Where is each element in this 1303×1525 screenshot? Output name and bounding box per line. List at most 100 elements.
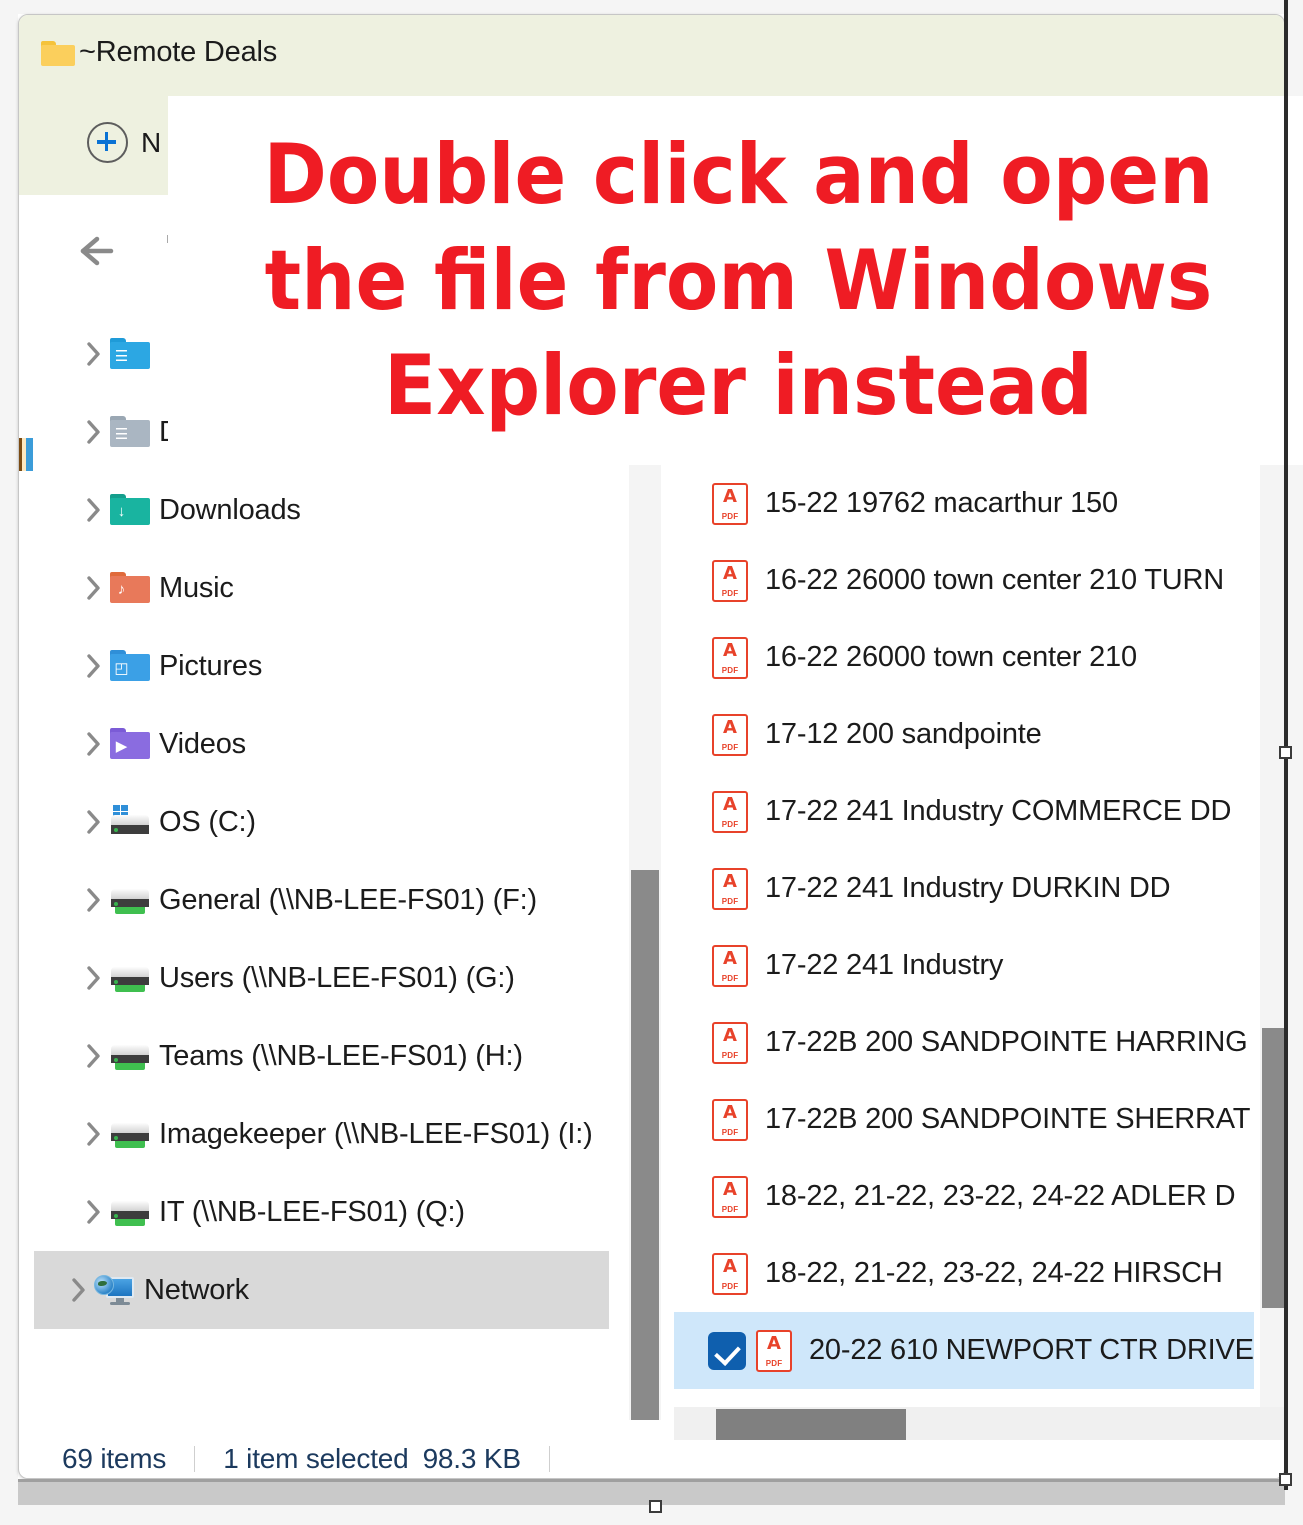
document-canvas: ~Remote Deals N ☰ ☰ ↓ Downloads ♪ Music … [0, 0, 1303, 1525]
sidebar-item-general-nb-lee-fs01-f[interactable]: General (\\NB-LEE-FS01) (F:) [34, 861, 609, 939]
pdf-icon: A PDF [712, 1252, 748, 1295]
sidebar-item-label: Downloads [159, 493, 301, 526]
status-size: 98.3 KB [422, 1443, 521, 1474]
status-item-count: 69 items [62, 1443, 167, 1474]
pdf-icon: A PDF [712, 790, 748, 833]
file-name: 17-22B 200 SANDPOINTE HARRING [765, 1026, 1248, 1058]
sidebar-item-videos[interactable]: ▶ Videos [34, 705, 609, 783]
new-button[interactable]: N [87, 122, 161, 163]
file-row[interactable]: A PDF 17-22B 200 SANDPOINTE SHERRAT [674, 1081, 1254, 1158]
downloads-folder-icon: ↓ [109, 493, 153, 527]
sidebar-item-label: Network [144, 1273, 249, 1306]
pdf-icon: A PDF [712, 636, 748, 679]
chevron-right-icon[interactable] [79, 885, 109, 915]
file-row[interactable]: A PDF 20-22 610 NEWPORT CTR DRIVE 43 [674, 1312, 1254, 1389]
file-list-hscrollbar-thumb[interactable] [716, 1409, 906, 1443]
chevron-right-icon[interactable] [79, 1041, 109, 1071]
file-row[interactable]: A PDF 16-22 26000 town center 210 TURN [674, 542, 1254, 619]
sidebar-item-music[interactable]: ♪ Music [34, 549, 609, 627]
status-bar: 69 items 1 item selected 98.3 KB [20, 1440, 1284, 1478]
sidebar-item-label: Users (\\NB-LEE-FS01) (G:) [159, 961, 515, 994]
plus-circle-icon [87, 122, 128, 163]
file-row[interactable]: A PDF 18-22, 21-22, 23-22, 24-22 ADLER D [674, 1158, 1254, 1235]
file-list-scrollbar-thumb[interactable] [1262, 1028, 1284, 1308]
sidebar-item-it-nb-lee-fs01-q[interactable]: IT (\\NB-LEE-FS01) (Q:) [34, 1173, 609, 1251]
network-drive-icon [109, 1117, 153, 1151]
navigation-scrollbar-thumb[interactable] [631, 870, 659, 1420]
pdf-icon: A PDF [712, 1175, 748, 1218]
file-list[interactable]: A PDF 15-22 19762 macarthur 150 A PDF 16-22 2… [674, 465, 1254, 1405]
sidebar-item-teams-nb-lee-fs01-h[interactable]: Teams (\\NB-LEE-FS01) (H:) [34, 1017, 609, 1095]
sidebar-item-imagekeeper-nb-lee-fs01-i[interactable]: Imagekeeper (\\NB-LEE-FS01) (I:) [34, 1095, 609, 1173]
sidebar-item-downloads[interactable]: ↓ Downloads [34, 471, 609, 549]
sidebar-item-pictures[interactable]: ◰ Pictures [34, 627, 609, 705]
file-row[interactable]: A PDF 17-22 241 Industry DURKIN DD [674, 850, 1254, 927]
file-row[interactable]: A PDF 18-22, 21-22, 23-22, 24-22 HIRSCH [674, 1235, 1254, 1312]
network-drive-icon [109, 961, 153, 995]
embedded-screenshot-image[interactable]: ~Remote Deals N ☰ ☰ ↓ Downloads ♪ Music … [18, 14, 1303, 1479]
tab-title[interactable]: ~Remote Deals [79, 36, 277, 69]
pdf-icon: A PDF [712, 1098, 748, 1141]
chevron-right-icon[interactable] [79, 729, 109, 759]
file-name: 17-22 241 Industry COMMERCE DD [765, 795, 1232, 827]
chevron-right-icon[interactable] [79, 963, 109, 993]
chevron-right-icon[interactable] [79, 1197, 109, 1227]
chevron-right-icon[interactable] [79, 1119, 109, 1149]
file-name: 18-22, 21-22, 23-22, 24-22 HIRSCH [765, 1257, 1223, 1289]
clipped-edge-icon [19, 438, 33, 471]
file-row[interactable]: A PDF 15-22 19762 macarthur 150 [674, 465, 1254, 542]
network-icon [94, 1273, 138, 1307]
file-name: 15-22 19762 macarthur 150 [765, 487, 1118, 519]
file-name: 17-22B 200 SANDPOINTE SHERRAT [765, 1103, 1251, 1135]
sidebar-item-label: Imagekeeper (\\NB-LEE-FS01) (I:) [159, 1117, 593, 1150]
network-drive-icon [109, 883, 153, 917]
sidebar-item-label: IT (\\NB-LEE-FS01) (Q:) [159, 1195, 465, 1228]
sidebar-item-os-c[interactable]: OS (C:) [34, 783, 609, 861]
checkbox-checked-icon[interactable] [708, 1331, 746, 1370]
os-drive-icon [109, 805, 153, 839]
status-divider [194, 1446, 196, 1472]
videos-folder-icon: ▶ [109, 727, 153, 761]
chevron-right-icon[interactable] [64, 1275, 94, 1305]
sidebar-item-users-nb-lee-fs01-g[interactable]: Users (\\NB-LEE-FS01) (G:) [34, 939, 609, 1017]
resize-handle-right[interactable] [1279, 746, 1292, 759]
file-row[interactable]: A PDF 16-22 26000 town center 210 [674, 619, 1254, 696]
sidebar-item-label: Videos [159, 727, 246, 760]
file-row[interactable]: A PDF 17-12 200 sandpointe [674, 696, 1254, 773]
chevron-right-icon[interactable] [79, 573, 109, 603]
pdf-icon: A PDF [712, 559, 748, 602]
title-bar: ~Remote Deals [19, 15, 1284, 90]
folder-icon [41, 39, 75, 66]
pictures-folder-icon: ◰ [109, 649, 153, 683]
documents-folder-icon: ☰ [109, 415, 153, 449]
chevron-right-icon[interactable] [79, 807, 109, 837]
chevron-right-icon[interactable] [79, 339, 109, 369]
pdf-icon: A PDF [712, 944, 748, 987]
pdf-icon: A PDF [712, 1021, 748, 1064]
status-selection: 1 item selected [223, 1443, 409, 1474]
pdf-icon: A PDF [712, 867, 748, 910]
music-folder-icon: ♪ [109, 571, 153, 605]
resize-handle-bottom-right[interactable] [1279, 1473, 1292, 1486]
resize-handle-bottom[interactable] [649, 1500, 662, 1513]
sidebar-item-network[interactable]: Network [34, 1251, 609, 1329]
file-row[interactable]: A PDF 17-22 241 Industry COMMERCE DD [674, 773, 1254, 850]
annotation-callout: Double click and open the file from Wind… [168, 96, 1303, 465]
file-name: 17-12 200 sandpointe [765, 718, 1042, 750]
navigation-tree[interactable]: ☰☰Documents↓Downloads♪Music◰Pictures▶Vid… [34, 315, 609, 1435]
file-name: 16-22 26000 town center 210 TURN [765, 564, 1224, 596]
file-name: 18-22, 21-22, 23-22, 24-22 ADLER D [765, 1180, 1236, 1212]
chevron-right-icon[interactable] [79, 495, 109, 525]
chevron-right-icon[interactable] [79, 651, 109, 681]
file-name: 17-22 241 Industry DURKIN DD [765, 872, 1171, 904]
sidebar-item-label: General (\\NB-LEE-FS01) (F:) [159, 883, 537, 916]
file-row[interactable]: A PDF 17-22B 200 SANDPOINTE HARRING [674, 1004, 1254, 1081]
status-divider-2 [548, 1446, 550, 1472]
annotation-text: Double click and open the file from Wind… [263, 126, 1214, 435]
selection-edge-right [1284, 0, 1288, 1490]
chevron-right-icon[interactable] [79, 417, 109, 447]
file-row[interactable]: A PDF 17-22 241 Industry [674, 927, 1254, 1004]
sidebar-item-label: Teams (\\NB-LEE-FS01) (H:) [159, 1039, 523, 1072]
arrow-left-icon[interactable] [71, 227, 119, 275]
pdf-icon: A PDF [712, 713, 748, 756]
